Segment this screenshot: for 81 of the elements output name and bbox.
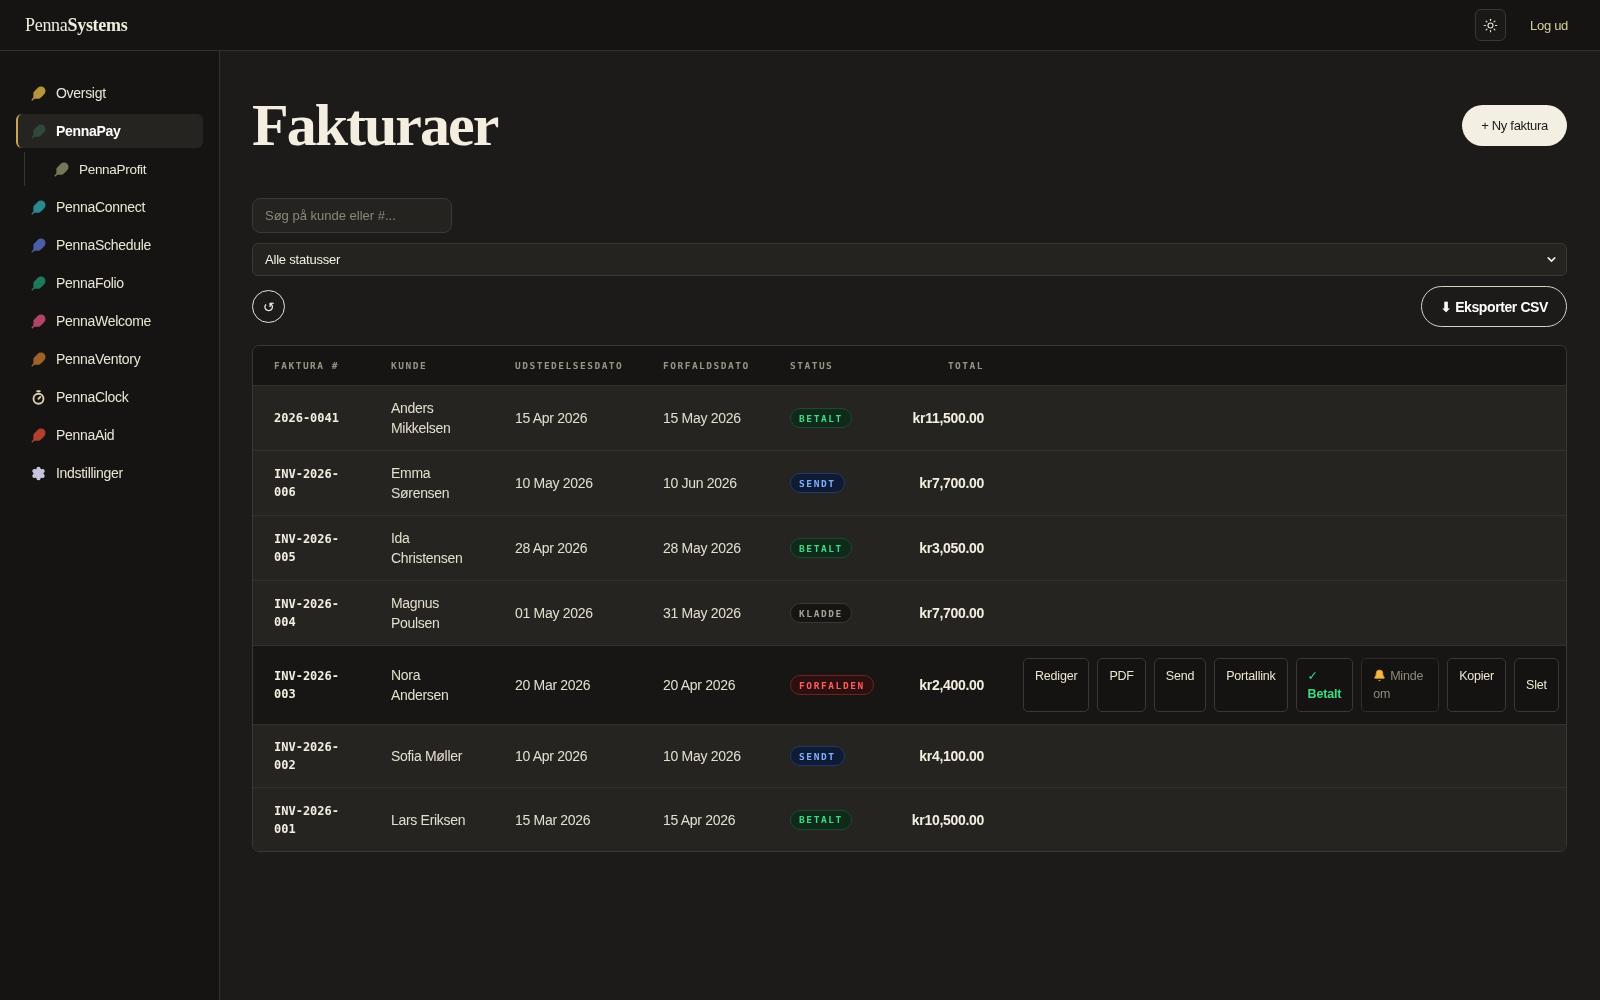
invoice-number: 2026-0041 — [274, 410, 341, 427]
invoice-number: INV-2026-002 — [274, 739, 341, 774]
column-header: FAKTURA # — [274, 360, 339, 371]
customer-name: Anders Mikkelsen — [391, 399, 452, 438]
bell-icon — [1373, 669, 1387, 682]
status-badge: SENDT — [790, 473, 845, 493]
column-header: UDSTEDELSESDATO — [515, 360, 624, 371]
invoice-total: kr3,050.00 — [919, 540, 984, 556]
sidebar-item[interactable]: Indstillinger — [16, 456, 203, 490]
action-button[interactable]: Kopier — [1447, 658, 1507, 712]
customer-name: Nora Andersen — [391, 666, 450, 705]
sidebar-item[interactable]: PennaConnect — [16, 190, 203, 224]
issue-date: 01 May 2026 — [515, 604, 593, 623]
invoice-number: INV-2026-001 — [274, 802, 341, 838]
invoice-total: kr7,700.00 — [919, 475, 984, 491]
column-header: KUNDE — [391, 360, 428, 371]
sidebar-item[interactable]: PennaFolio — [16, 266, 203, 300]
sidebar-item[interactable]: PennaSchedule — [16, 228, 203, 262]
invoice-total: kr4,100.00 — [919, 748, 984, 764]
issue-date: 20 Mar 2026 — [515, 676, 591, 695]
invoice-total: kr7,700.00 — [919, 605, 984, 621]
column-header: TOTAL — [947, 360, 984, 371]
sidebar-item[interactable]: PennaProfit — [25, 152, 203, 186]
due-date: 15 May 2026 — [663, 409, 741, 428]
sidebar-item[interactable]: PennaPay — [16, 114, 203, 148]
due-date: 28 May 2026 — [663, 539, 741, 558]
status-select[interactable]: Alle statusser — [252, 243, 1567, 276]
invoice-total: kr2,400.00 — [919, 677, 984, 693]
status-badge: BETALT — [790, 538, 852, 558]
mark-paid-button[interactable]: ✓ Betalt — [1295, 658, 1354, 712]
table-row[interactable]: INV-2026-001 Lars Eriksen 15 Mar 2026 15 Apr 2026 BETALT kr10,500.00 — [253, 788, 1566, 851]
search-field[interactable]: Søg på kunde eller #... — [252, 198, 452, 233]
action-button[interactable]: Portallink — [1214, 658, 1288, 712]
issue-date: 15 Apr 2026 — [515, 409, 588, 428]
column-header: STATUS — [790, 360, 834, 371]
sidebar-item[interactable]: PennaClock — [16, 380, 203, 414]
sidebar-item[interactable]: PennaVentory — [16, 342, 203, 376]
action-button[interactable]: Rediger — [1023, 658, 1090, 712]
table-row[interactable]: INV-2026-004 Magnus Poulsen 01 May 2026 31 May 2026 KLADDE kr7,700.00 — [253, 581, 1566, 646]
customer-name: Ida Christensen — [391, 529, 464, 568]
sidebar-item[interactable]: PennaAid — [16, 418, 203, 452]
due-date: 31 May 2026 — [663, 604, 741, 623]
invoice-total: kr10,500.00 — [911, 811, 984, 828]
invoice-total: kr11,500.00 — [912, 410, 984, 426]
delete-button[interactable]: Slet — [1514, 658, 1559, 712]
invoice-number: INV-2026-003 — [274, 668, 341, 703]
column-header: FORFALDSDATO — [663, 360, 750, 371]
logo: PennaSystems — [25, 14, 128, 36]
status-badge: BETALT — [790, 809, 852, 830]
customer-name: Emma Sørensen — [391, 464, 451, 503]
issue-date: 28 Apr 2026 — [515, 539, 588, 558]
status-badge: SENDT — [790, 746, 845, 766]
customer-name: Lars Eriksen — [391, 810, 466, 830]
due-date: 15 Apr 2026 — [663, 810, 736, 830]
sidebar-item[interactable]: PennaWelcome — [16, 304, 203, 338]
due-date: 10 Jun 2026 — [663, 474, 737, 493]
invoice-number: INV-2026-006 — [274, 466, 341, 501]
table-row[interactable]: 2026-0041 Anders Mikkelsen 15 Apr 2026 15 May 2026 BETALT kr11,500.00 — [253, 386, 1566, 451]
theme-toggle-button[interactable] — [1475, 9, 1507, 41]
customer-name: Sofia Møller — [391, 747, 463, 766]
action-button[interactable]: PDF — [1097, 658, 1146, 712]
table-row[interactable]: INV-2026-005 Ida Christensen 28 Apr 2026 28 May 2026 BETALT kr3,050.00 — [253, 516, 1566, 581]
logout-link[interactable]: Log ud — [1530, 17, 1568, 33]
sun-icon — [1483, 17, 1499, 33]
issue-date: 10 Apr 2026 — [515, 747, 588, 766]
action-button[interactable]: Send — [1153, 658, 1207, 712]
sidebar-item[interactable]: Oversigt — [16, 76, 203, 110]
issue-date: 15 Mar 2026 — [515, 810, 591, 830]
status-badge: BETALT — [790, 408, 852, 428]
issue-date: 10 May 2026 — [515, 474, 593, 493]
table-row[interactable]: INV-2026-002 Sofia Møller 10 Apr 2026 10 May 2026 SENDT kr4,100.00 — [253, 725, 1566, 788]
new-invoice-button[interactable]: + Ny faktura — [1462, 104, 1567, 146]
invoice-number: INV-2026-004 — [274, 596, 341, 631]
customer-name: Magnus Poulsen — [391, 594, 441, 633]
page-title: Fakturaer — [252, 95, 498, 155]
status-badge: FORFALDEN — [790, 675, 874, 695]
status-badge: KLADDE — [790, 603, 852, 623]
invoice-number: INV-2026-005 — [274, 531, 341, 566]
due-date: 10 May 2026 — [663, 747, 741, 766]
due-date: 20 Apr 2026 — [663, 676, 736, 695]
table-row[interactable]: INV-2026-006 Emma Sørensen 10 May 2026 10 Jun 2026 SENDT kr7,700.00 — [253, 451, 1566, 516]
